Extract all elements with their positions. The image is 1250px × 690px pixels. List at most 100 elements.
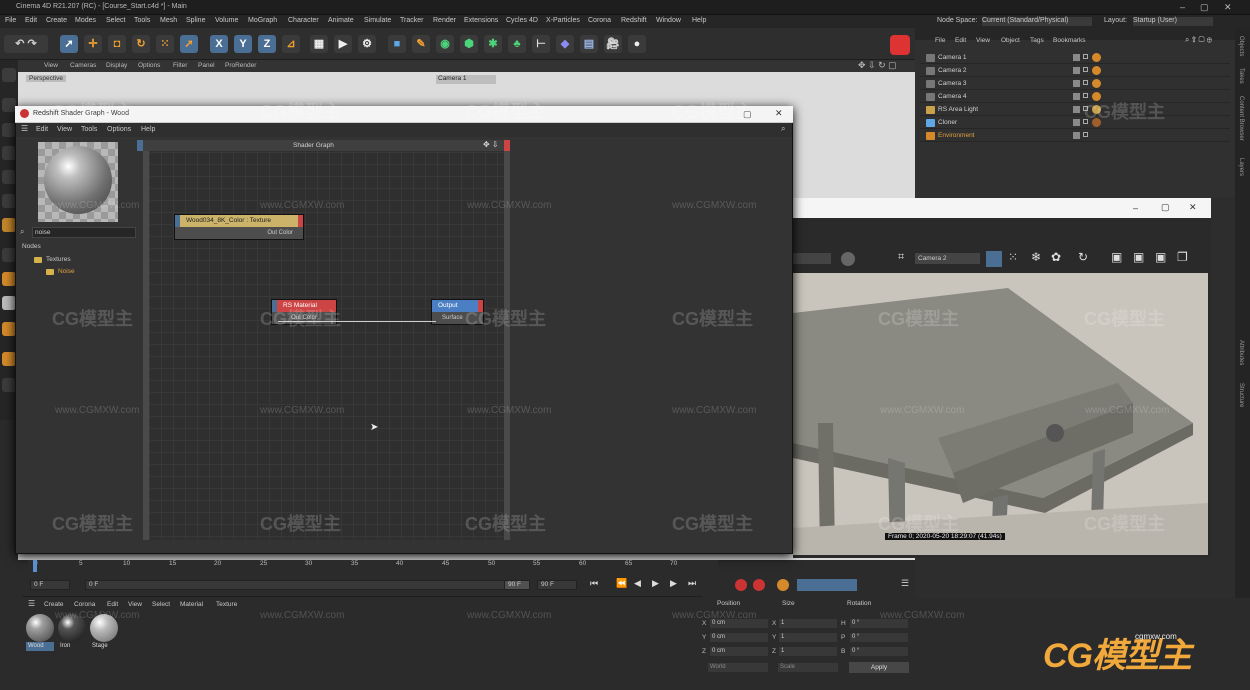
y-axis-lock-icon[interactable]: Y xyxy=(234,35,252,53)
points-mode-icon[interactable] xyxy=(2,146,16,160)
menu-item[interactable]: Extensions xyxy=(464,17,498,24)
go-to-start-icon[interactable]: ⏮ xyxy=(590,578,598,589)
menu-item[interactable]: Character xyxy=(288,17,319,24)
copy-image-icon[interactable]: ▣ xyxy=(1133,250,1144,264)
size-x-field[interactable]: 1 xyxy=(779,619,837,628)
rot-b-field[interactable]: 0 ° xyxy=(850,647,908,656)
node-search-box[interactable] xyxy=(32,227,136,238)
crop-icon[interactable]: ⌗ xyxy=(898,251,904,264)
om-menu-item[interactable]: Bookmarks xyxy=(1053,37,1086,44)
mat-menu-item[interactable]: Corona xyxy=(74,601,95,608)
undo-redo-icon[interactable]: ↶ ↷ xyxy=(4,35,48,53)
rv-snapshot-icon[interactable] xyxy=(841,252,855,266)
rv-camera-select[interactable]: Camera 2 xyxy=(915,253,980,264)
scale-tool-icon[interactable]: ◘ xyxy=(108,35,126,53)
sg-close-icon[interactable]: ✕ xyxy=(775,108,783,119)
sg-menu-item[interactable]: Options xyxy=(107,126,131,133)
sg-search-icon[interactable]: ⌕ xyxy=(781,124,785,134)
close-icon[interactable]: ✕ xyxy=(1224,2,1232,13)
visibility-icon[interactable] xyxy=(1073,119,1080,126)
play-icon[interactable]: ▶ xyxy=(652,578,659,589)
sg-menu-item[interactable]: Help xyxy=(141,126,155,133)
pos-y-field[interactable]: 0 cm xyxy=(710,633,768,642)
visibility-icon[interactable] xyxy=(1073,132,1080,139)
rv-maximize-icon[interactable]: ▢ xyxy=(1161,202,1170,213)
layout-select[interactable]: Startup (User) xyxy=(1133,17,1213,26)
viewport-menu-item[interactable]: View xyxy=(44,62,58,69)
prev-key-icon[interactable]: ⏪ xyxy=(616,578,627,589)
make-editable-icon[interactable] xyxy=(2,68,16,82)
texture-node-port[interactable]: Out Color xyxy=(175,227,303,239)
sg-menu-item[interactable]: Edit xyxy=(36,126,48,133)
s-tag-icon[interactable] xyxy=(2,272,16,286)
cube-icon[interactable]: ■ xyxy=(388,35,406,53)
om-menu-item[interactable]: Edit xyxy=(955,37,966,44)
viewport-nav-icon[interactable]: ✥ ⇩ ↻ ▢ xyxy=(858,60,897,71)
rv-minimize-icon[interactable]: – xyxy=(1133,203,1138,213)
menu-item[interactable]: Select xyxy=(106,17,125,24)
material-swatch-wood[interactable]: Wood xyxy=(26,614,54,652)
max-frame-field[interactable]: 90 F xyxy=(537,580,577,590)
canvas-right-handle[interactable] xyxy=(504,140,510,151)
end-frame-field[interactable]: 90 F xyxy=(504,580,530,590)
menu-item[interactable]: Window xyxy=(656,17,681,24)
object-row[interactable]: Cloner xyxy=(920,117,1230,129)
node-search-input[interactable] xyxy=(33,228,135,237)
menu-item[interactable]: MoGraph xyxy=(248,17,277,24)
hamburger-icon[interactable]: ☰ xyxy=(21,124,28,133)
mat-menu-item[interactable]: Material xyxy=(180,601,203,608)
go-to-end-icon[interactable]: ⏭ xyxy=(688,578,696,589)
menu-item[interactable]: Simulate xyxy=(364,17,391,24)
polygons-mode-icon[interactable] xyxy=(2,194,16,208)
viewport-menu-item[interactable]: Panel xyxy=(198,62,215,69)
mat-menu-item[interactable]: Select xyxy=(152,601,170,608)
hamburger-icon[interactable]: ☰ xyxy=(28,599,35,608)
tab-takes[interactable]: Takes xyxy=(1238,68,1244,84)
deformer-icon[interactable]: ✱ xyxy=(484,35,502,53)
floor-icon[interactable]: ▤ xyxy=(580,35,598,53)
object-row[interactable]: Camera 3 xyxy=(920,78,1230,90)
size-z-field[interactable]: 1 xyxy=(779,647,837,656)
visibility-icon[interactable] xyxy=(1073,80,1080,87)
keyframe-selection-icon[interactable] xyxy=(777,579,789,591)
om-search-icon[interactable]: ⌕ ⇧ ▢ ⊕ xyxy=(1185,35,1212,45)
viewport-menu-item[interactable]: Cameras xyxy=(70,62,96,69)
menu-item[interactable]: Corona xyxy=(588,17,611,24)
node-space-select[interactable]: Current (Standard/Physical) xyxy=(982,17,1092,26)
mat-menu-item[interactable]: Texture xyxy=(216,601,237,608)
spline-icon[interactable]: ◆ xyxy=(556,35,574,53)
maximize-icon[interactable]: ▢ xyxy=(1200,2,1209,13)
autokey-icon[interactable] xyxy=(753,579,765,591)
object-row[interactable]: RS Area Light xyxy=(920,104,1230,116)
camera-tag-icon[interactable] xyxy=(1092,53,1101,62)
pos-z-field[interactable]: 0 cm xyxy=(710,647,768,656)
axis-mode-icon[interactable] xyxy=(2,218,16,232)
menu-item[interactable]: Edit xyxy=(25,17,37,24)
visibility-icon[interactable] xyxy=(1073,67,1080,74)
object-row[interactable]: Camera 1 xyxy=(920,52,1230,64)
om-menu-item[interactable]: File xyxy=(935,37,945,44)
menu-item[interactable]: Modes xyxy=(75,17,96,24)
paint-icon[interactable] xyxy=(2,352,16,366)
viewport-camera[interactable]: Camera 1 xyxy=(436,75,496,84)
visibility-icon[interactable] xyxy=(1073,93,1080,100)
tab-structure[interactable]: Structure xyxy=(1238,383,1244,407)
select-tool-icon[interactable]: ➚ xyxy=(60,35,78,53)
pen-icon[interactable]: ✎ xyxy=(412,35,430,53)
cloner-icon[interactable]: ♣ xyxy=(508,35,526,53)
enable-icon[interactable] xyxy=(1083,132,1088,137)
visibility-icon[interactable] xyxy=(1073,106,1080,113)
om-menu-item[interactable]: Tags xyxy=(1030,37,1044,44)
enable-icon[interactable] xyxy=(1083,80,1088,85)
texture-mode-icon[interactable] xyxy=(2,123,16,137)
menu-item[interactable]: Animate xyxy=(328,17,354,24)
menu-item[interactable]: Tracker xyxy=(400,17,423,24)
lock-icon[interactable] xyxy=(2,378,16,392)
mat-menu-item[interactable]: Edit xyxy=(107,601,118,608)
visibility-icon[interactable] xyxy=(1073,54,1080,61)
menu-item[interactable]: Cycles 4D xyxy=(506,17,538,24)
tab-objects[interactable]: Objects xyxy=(1238,36,1244,56)
refresh-icon[interactable]: ↻ xyxy=(1078,250,1088,264)
menu-item[interactable]: Render xyxy=(433,17,456,24)
camera-tag-icon[interactable] xyxy=(1092,66,1101,75)
